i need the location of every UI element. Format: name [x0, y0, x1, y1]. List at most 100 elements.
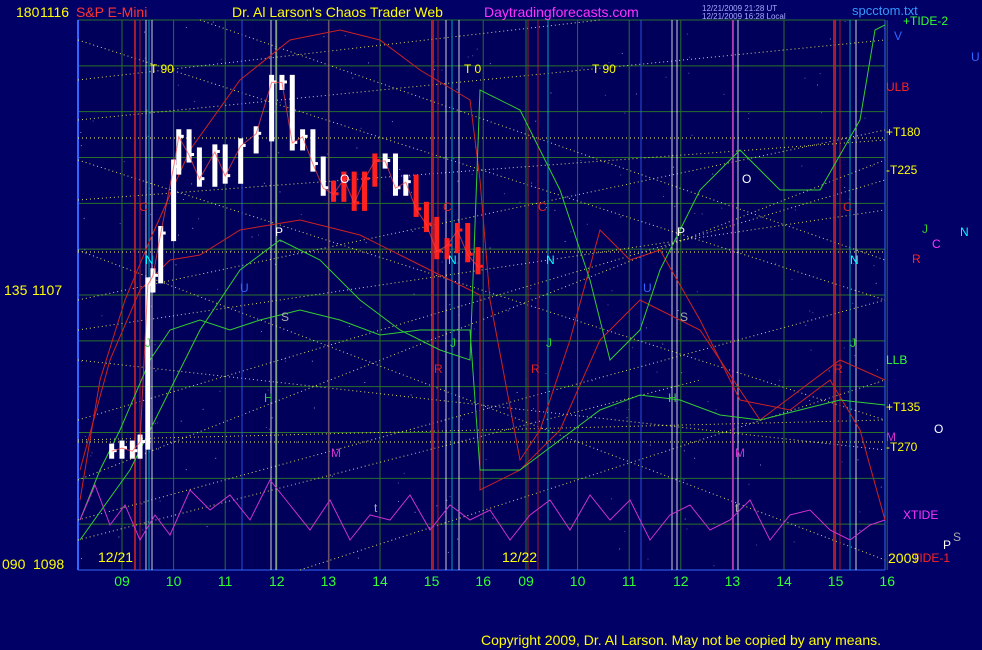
star-dot — [155, 370, 157, 372]
star-dot — [191, 183, 193, 185]
star-dot — [399, 169, 401, 170]
star-dot — [535, 120, 537, 122]
star-dot — [206, 526, 208, 528]
star-dot — [91, 452, 93, 454]
star-dot — [492, 517, 494, 519]
star-dot — [480, 518, 482, 520]
star-dot — [182, 199, 184, 200]
hour-label: 09 — [114, 573, 130, 589]
star-dot — [812, 312, 814, 314]
star-dot — [441, 69, 443, 71]
star-dot — [554, 209, 556, 211]
letter-j-2: J — [450, 336, 456, 350]
letter-p-2: P — [677, 225, 685, 239]
hour-label: 13 — [725, 573, 741, 589]
star-dot — [217, 288, 218, 290]
letter-c-3: C — [538, 200, 547, 214]
label-t180: +T180 — [886, 125, 921, 139]
label-tide2: +TIDE-2 — [903, 14, 948, 28]
star-dot — [748, 112, 750, 114]
letter-h-1: H — [264, 391, 273, 405]
star-dot — [586, 223, 588, 225]
star-dot — [489, 247, 491, 249]
letter-c-2: C — [443, 200, 452, 214]
star-dot — [864, 117, 866, 119]
star-dot — [456, 88, 458, 90]
star-dot — [691, 134, 693, 136]
star-dot — [279, 101, 281, 103]
star-dot — [873, 265, 875, 267]
star-dot — [99, 136, 101, 138]
hour-label: 12 — [269, 573, 285, 589]
star-dot — [852, 302, 854, 304]
star-dot — [688, 72, 690, 74]
letter-n-3: N — [546, 253, 555, 267]
star-dot — [533, 408, 534, 410]
star-dot — [323, 36, 325, 38]
star-dot — [876, 369, 878, 371]
star-dot — [615, 407, 617, 409]
star-dot — [262, 185, 264, 187]
letter-j-4: J — [850, 336, 856, 350]
hour-label: 16 — [879, 573, 895, 589]
star-dot — [624, 112, 626, 114]
letter-r-3: R — [834, 362, 843, 376]
star-dot — [80, 132, 82, 133]
star-dot — [817, 84, 818, 86]
star-dot — [713, 565, 715, 567]
star-dot — [810, 349, 812, 351]
star-dot — [198, 218, 199, 220]
star-dot — [683, 479, 685, 481]
star-dot — [723, 93, 725, 95]
star-dot — [620, 216, 622, 218]
y-tick-angle-bottom: 090 — [2, 556, 26, 572]
star-dot — [828, 370, 830, 372]
star-dot — [157, 422, 159, 424]
star-dot — [391, 121, 393, 123]
star-dot — [701, 213, 703, 215]
hour-label: 12 — [673, 573, 689, 589]
star-dot — [779, 379, 781, 381]
letter-c-4: C — [843, 200, 852, 214]
star-dot — [360, 306, 362, 308]
star-dot — [258, 234, 260, 236]
star-dot — [694, 457, 696, 459]
letter-h-2: H — [668, 391, 677, 405]
label-t270: -T270 — [886, 440, 918, 454]
star-dot — [185, 27, 187, 28]
star-dot — [570, 231, 572, 233]
hour-label: 14 — [776, 573, 792, 589]
hour-label: 15 — [424, 573, 440, 589]
star-dot — [471, 173, 473, 175]
star-dot — [635, 93, 637, 95]
star-dot — [159, 500, 161, 502]
y-tick-price-top: 1116 — [40, 4, 69, 20]
star-dot — [409, 176, 411, 178]
letter-s-2: S — [680, 310, 688, 324]
star-dot — [279, 191, 281, 193]
star-dot — [712, 173, 714, 175]
hour-label: 13 — [321, 573, 337, 589]
hour-label: 16 — [475, 573, 491, 589]
star-dot — [647, 558, 649, 560]
star-dot — [760, 464, 761, 466]
star-dot — [441, 261, 443, 263]
star-dot — [859, 511, 861, 513]
star-dot — [285, 360, 287, 362]
star-dot — [857, 459, 859, 461]
star-dot — [684, 518, 686, 520]
label-o: O — [934, 422, 943, 436]
star-dot — [707, 401, 709, 403]
star-dot — [794, 209, 796, 211]
y-tick-price-bottom: 1098 — [33, 556, 64, 572]
star-dot — [756, 544, 758, 546]
cycle-label-2: T 0 — [464, 62, 481, 76]
star-dot — [581, 67, 583, 69]
star-dot — [829, 38, 831, 40]
date-label-2: 12/22 — [502, 549, 537, 565]
star-dot — [841, 461, 843, 463]
letter-s-1: S — [281, 310, 289, 324]
label-c: C — [932, 237, 941, 251]
star-dot — [607, 304, 609, 306]
star-dot — [775, 262, 777, 264]
